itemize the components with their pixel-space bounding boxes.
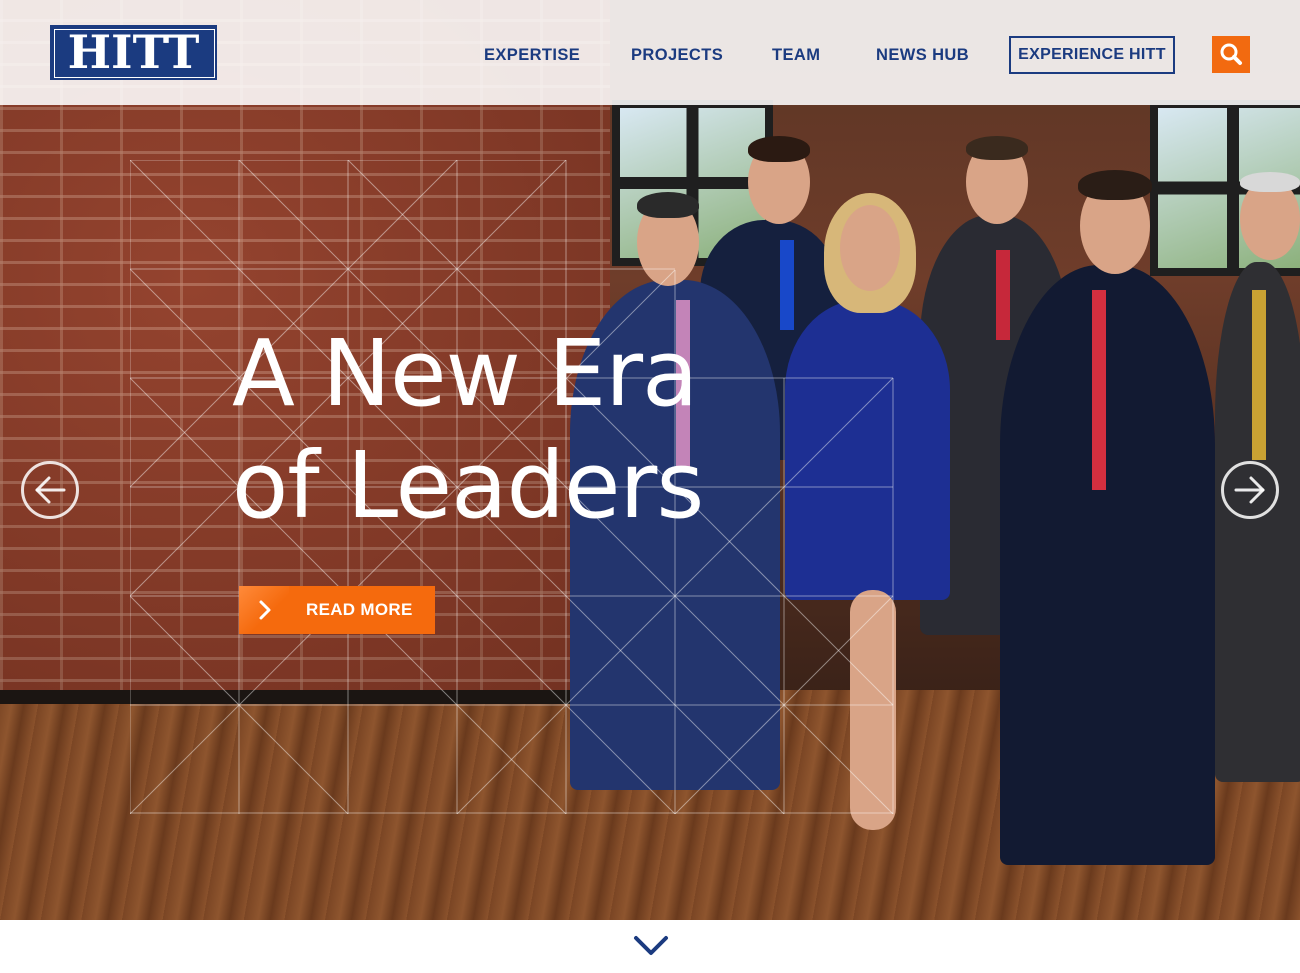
hitt-logo[interactable]: HITT xyxy=(50,25,217,80)
read-more-button[interactable]: READ MORE xyxy=(239,586,435,634)
site-header: HITT EXPERTISE PROJECTS TEAM NEWS HUB EX… xyxy=(0,0,1300,105)
arrow-right-circle-icon xyxy=(1221,461,1279,519)
chevron-down-icon xyxy=(634,936,668,955)
search-icon xyxy=(1220,43,1242,65)
experience-hitt-button[interactable]: EXPERIENCE HITT xyxy=(1009,36,1175,74)
hero-headline-line-1: A New Era xyxy=(232,320,698,427)
read-more-label: READ MORE xyxy=(306,600,413,619)
hero-headline-line-2: of Leaders xyxy=(232,432,704,539)
baseboard xyxy=(0,690,640,704)
arrow-left-circle-icon xyxy=(21,461,79,519)
chevron-right-icon xyxy=(239,586,289,634)
hero-slider: A New Era of Leaders READ MORE xyxy=(0,0,1300,920)
logo-text: HITT xyxy=(67,25,200,79)
scroll-down-button[interactable] xyxy=(632,934,670,958)
nav-item-projects[interactable]: PROJECTS xyxy=(631,46,723,65)
slider-prev-button[interactable] xyxy=(20,460,80,520)
search-button[interactable] xyxy=(1212,36,1250,73)
nav-item-team[interactable]: TEAM xyxy=(772,46,820,65)
nav-item-news-hub[interactable]: NEWS HUB xyxy=(876,46,969,65)
nav-item-expertise[interactable]: EXPERTISE xyxy=(484,46,580,65)
slider-next-button[interactable] xyxy=(1220,460,1280,520)
hero-headline: A New Era of Leaders xyxy=(232,318,704,542)
